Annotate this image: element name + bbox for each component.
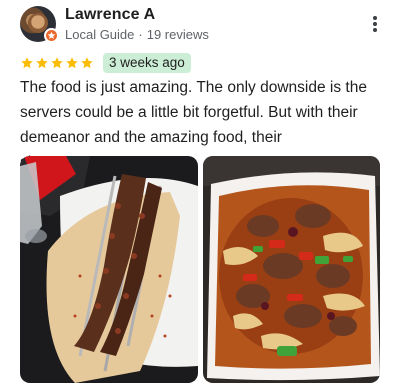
star-icon (36, 57, 48, 69)
star-icon (81, 57, 93, 69)
star-icon (51, 57, 63, 69)
review-time-badge: 3 weeks ago (103, 53, 191, 73)
meta-separator: · (138, 27, 143, 42)
reviewer-avatar[interactable] (20, 6, 59, 43)
rating-row: 3 weeks ago (20, 52, 191, 74)
star-rating (20, 56, 94, 70)
more-vert-icon[interactable] (368, 14, 382, 34)
review-count: 19 reviews (146, 27, 209, 42)
reviewer-meta: Local Guide · 19 reviews (65, 27, 209, 42)
reviewer-name[interactable]: Lawrence A (65, 6, 155, 24)
stir-fried-meat-noodle-dish-photo[interactable] (203, 156, 380, 383)
star-icon (21, 57, 33, 69)
grilled-meat-skewers-photo[interactable] (20, 156, 198, 383)
review-header: Lawrence A Local Guide · 19 reviews (20, 6, 380, 46)
local-guide-badge-icon (44, 28, 59, 43)
local-guide-label: Local Guide (65, 27, 135, 42)
star-icon (66, 57, 78, 69)
review-photos (20, 156, 380, 383)
